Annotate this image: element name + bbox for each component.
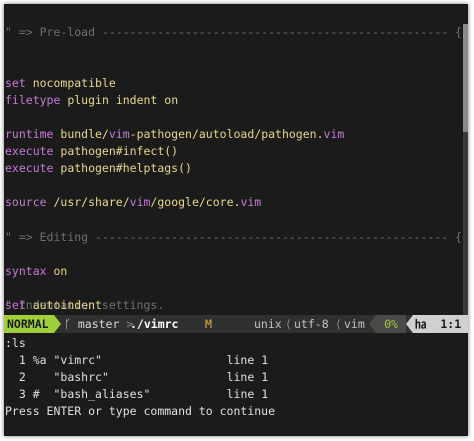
- command-input[interactable]: :ls: [4, 335, 26, 352]
- statusline: NORMAL ᚴ master > ./vimrc M unix ⟨ utf-8…: [4, 315, 468, 333]
- fold-line-preload: " => Pre-load --------------------------…: [5, 25, 468, 39]
- powerline-separator: [54, 315, 61, 333]
- fold-line-editing: " => Editing ---------------------------…: [5, 230, 468, 244]
- code-line: set nocompatible: [5, 76, 116, 90]
- file-type: vim: [344, 317, 365, 331]
- modified-flag: M: [205, 317, 212, 331]
- scroll-percent: 0%: [376, 315, 406, 333]
- buffer-list-item: 1 %a "vimrc" line 1: [5, 353, 269, 367]
- vim-terminal-window[interactable]: " => Pre-load --------------------------…: [4, 4, 468, 436]
- separator-icon: ⟨: [335, 317, 342, 331]
- buffer-list-item: 2 "bashrc" line 1: [5, 370, 269, 384]
- file-encoding: utf-8: [294, 317, 329, 331]
- separator-icon: ⟨: [285, 317, 292, 331]
- scrollbar[interactable]: [463, 24, 468, 315]
- branch-icon: ᚴ: [64, 317, 71, 331]
- git-branch: ᚴ master >: [64, 317, 134, 331]
- code-line: source /usr/share/vim/google/core.vim: [5, 195, 262, 209]
- powerline-separator: [369, 315, 376, 333]
- code-line: runtime bundle/vim-pathogen/autoload/pat…: [5, 127, 345, 141]
- scrollbar-thumb[interactable]: [463, 24, 468, 132]
- continue-prompt: Press ENTER or type command to continue: [5, 404, 276, 418]
- powerline-separator: [406, 315, 413, 333]
- cursor-position: ㏊ 1:1: [413, 315, 468, 333]
- editor-buffer[interactable]: " => Pre-load --------------------------…: [4, 24, 468, 315]
- code-line: filetype plugin indent on: [5, 93, 179, 107]
- mode-indicator: NORMAL: [4, 315, 54, 333]
- buffer-list-item: 3 # "bash_aliases" line 1: [5, 387, 269, 401]
- line-number-icon: ㏊: [415, 317, 427, 331]
- code-line: execute pathogen#helptags(): [5, 161, 192, 175]
- code-line-autoindent: set autoindent: [5, 298, 102, 312]
- code-line: execute pathogen#infect(): [5, 144, 179, 158]
- code-line: syntax on: [5, 264, 68, 278]
- file-format: unix: [254, 317, 282, 331]
- file-name: ./vimrc: [130, 317, 179, 331]
